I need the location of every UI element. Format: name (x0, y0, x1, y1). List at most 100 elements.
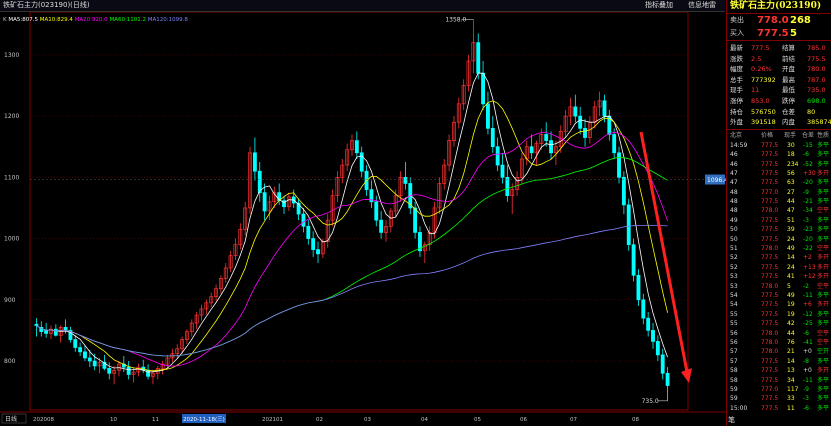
tab-ticks[interactable]: 笔 (728, 415, 735, 425)
tick-oi-change: -12 (803, 310, 813, 318)
info-mine-button[interactable]: 信息地雷 (688, 0, 716, 11)
ticks-list[interactable]: 14:59 777.5 30 -15 多平 46 777.5 18 -6 多平 46 777.5 234… (727, 141, 831, 413)
tick-time: 48 (730, 198, 738, 206)
ticks-header-oi-change: 仓差 (802, 131, 815, 139)
tick-volume: 76 (787, 338, 795, 346)
tick-price: 777.5 (761, 151, 779, 159)
tick-oi-change: -15 (803, 141, 813, 149)
quote-value: 775.5 (807, 54, 826, 63)
ask-price: 778.0 (757, 15, 789, 26)
tick-row: 55 777.5 42 -25 多平 (727, 319, 831, 328)
candle-body (641, 299, 646, 319)
tick-volume: 56 (787, 169, 795, 177)
tick-row: 51 778.0 49 -22 空平 (727, 244, 831, 253)
tick-time: 48 (730, 207, 738, 215)
candle-body (306, 225, 311, 239)
tick-row: 54 777.5 19 +6 多开 (727, 300, 831, 309)
tick-type: 多平 (817, 141, 830, 149)
ask-label: 卖出 (730, 16, 744, 24)
trend-arrow-head (681, 368, 692, 383)
tick-volume: 117 (787, 385, 799, 393)
tick-oi-change: -6 (803, 151, 809, 159)
quote-row: 持仓 576750 仓差 80 (727, 107, 831, 118)
quote-label: 最新 (730, 44, 743, 52)
tick-volume: 18 (787, 151, 795, 159)
candle-body (311, 238, 316, 250)
ma-line (36, 225, 668, 357)
tick-volume: 49 (787, 292, 795, 299)
overlay-indicator-button[interactable]: 指标叠加 (645, 0, 673, 11)
x-tick-label: 03 (364, 417, 371, 423)
ma-line (36, 72, 668, 373)
x-tick-label: 11 (152, 417, 159, 423)
tick-row: 46 777.5 18 -6 多平 (727, 150, 831, 159)
tick-price: 777.5 (761, 216, 779, 224)
tick-volume: 19 (787, 310, 795, 318)
tick-volume: 42 (787, 320, 795, 328)
quote-panel: 铁矿石主力(023190) 卖出 778.0 268 买入 777.5 5 最新… (726, 0, 831, 426)
tick-volume: 63 (787, 179, 795, 187)
quote-value: 2.5 (751, 54, 762, 63)
panel-title: 铁矿石主力(023190) (727, 0, 831, 14)
tick-volume: 33 (787, 395, 795, 403)
tick-oi-change: -6 (803, 404, 809, 412)
tick-row: 48 777.0 27 -9 多平 (727, 188, 831, 197)
chart-title: 铁矿石主力(023190)(日线) (3, 1, 90, 9)
y-tick-label: 900 (4, 297, 16, 304)
tick-volume: 47 (787, 207, 795, 215)
tick-time: 14:59 (730, 141, 748, 149)
tick-volume: 34 (787, 376, 795, 384)
tick-oi-change: -8 (803, 357, 809, 365)
tick-volume: 14 (787, 357, 795, 365)
candle-body (621, 176, 626, 206)
tick-oi-change: -20 (803, 235, 813, 243)
candle-body (301, 213, 306, 227)
bid-row[interactable]: 买入 777.5 5 (727, 27, 831, 41)
quote-label: 跌停 (782, 96, 795, 105)
quote-value: 80 (807, 107, 816, 116)
tick-price: 778.0 (761, 282, 779, 290)
candle-body (354, 140, 359, 154)
ma-legend-item: MA60:1101.2 (109, 17, 147, 23)
candle-body (490, 127, 495, 148)
tick-time: 47 (730, 169, 738, 177)
candle-body (631, 244, 636, 276)
tick-row: 53 777.5 41 +12 多开 (727, 272, 831, 281)
quote-row: 外盘 391518 内盘 385874 (727, 117, 831, 128)
tick-oi-change: -52 (803, 160, 813, 168)
tick-oi-change: +6 (803, 301, 812, 309)
y-tick-label: 1100 (4, 174, 19, 181)
quote-value: 0.26% (751, 65, 772, 74)
tick-type: 多平 (817, 198, 830, 206)
ask-row[interactable]: 卖出 778.0 268 (727, 14, 831, 27)
tick-volume: 11 (787, 404, 795, 412)
tick-time: 49 (730, 216, 738, 224)
quote-value: 735.0 (807, 86, 826, 95)
tick-row: 52 777.5 14 +2 多开 (727, 253, 831, 262)
candle-body (63, 326, 68, 331)
candle-body (651, 330, 655, 342)
tick-price: 777.5 (761, 226, 779, 234)
tick-price: 777.5 (761, 404, 779, 412)
tick-type: 多平 (817, 235, 830, 243)
ticks-header-volume: 现手 (784, 131, 797, 139)
candle-body (476, 42, 481, 74)
high-marker-label: 1358.0 (445, 16, 466, 23)
candle-body (583, 127, 587, 138)
candle-body (87, 357, 92, 362)
candlestick-chart[interactable]: 1300 1200 1100 1000 900 800 K MA5:807.5 MA10:8… (0, 0, 726, 426)
tick-price: 777.5 (761, 357, 779, 365)
tick-type: 多开 (817, 263, 830, 271)
ask-qty: 268 (790, 15, 811, 26)
x-tick-label: 202101 (262, 417, 283, 423)
tick-row: 58 777.5 34 -11 多平 (727, 376, 831, 385)
tick-row: 14:59 777.5 30 -15 多平 (727, 141, 831, 150)
tick-oi-change: -21 (803, 198, 813, 206)
quote-value: 787.0 (807, 75, 826, 84)
candle-body (529, 146, 534, 154)
tick-time: 58 (730, 367, 738, 375)
tick-volume: 13 (787, 367, 795, 375)
tick-type: 多平 (817, 310, 830, 318)
tick-time: 58 (730, 376, 738, 384)
candle-body (53, 328, 58, 336)
